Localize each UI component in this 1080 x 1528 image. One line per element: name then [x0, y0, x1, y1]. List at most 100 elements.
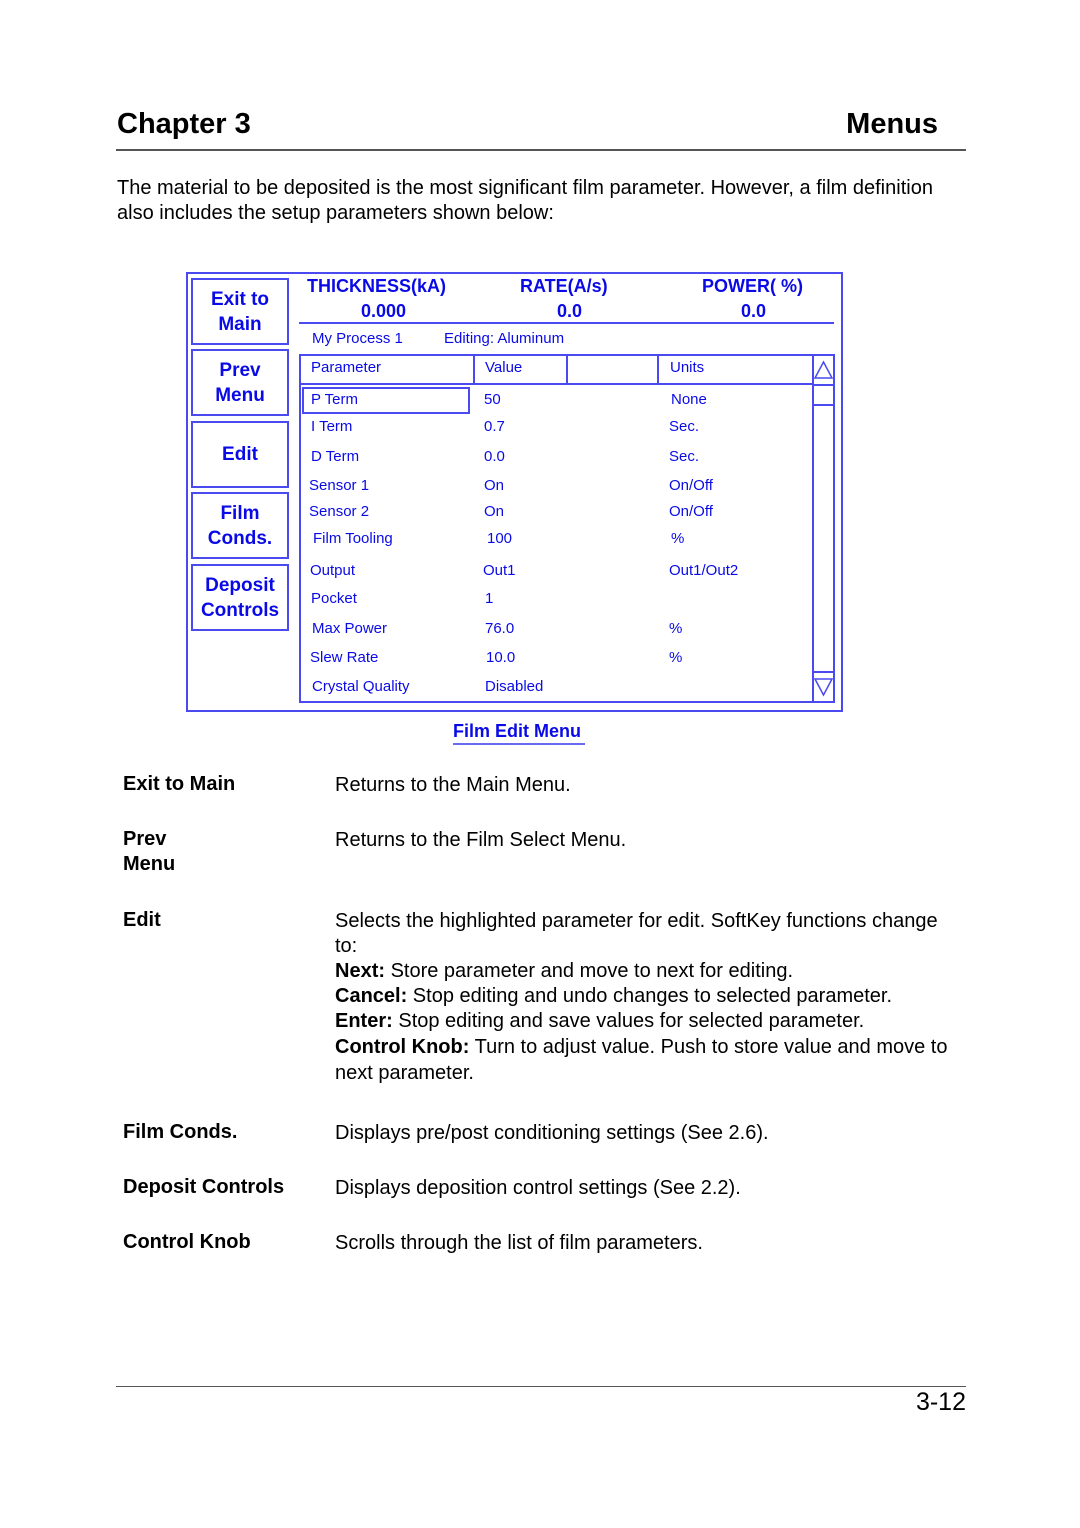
section-heading: Menus [846, 108, 938, 140]
triangle-down-icon [813, 678, 834, 697]
column-header-value: Value [485, 359, 523, 376]
softkey-label: Main [218, 313, 262, 335]
editing-status: Editing: Aluminum [444, 330, 565, 347]
units-cell: % [669, 620, 683, 637]
desc-control-knob: Scrolls through the list of film paramet… [335, 1232, 703, 1254]
item-text: Store parameter and move to next for edi… [385, 960, 794, 982]
units-cell: On/Off [669, 503, 713, 520]
desc-edit: Selects the highlighted parameter for ed… [335, 909, 955, 1086]
column-header-parameter: Parameter [311, 359, 382, 376]
units-cell: % [671, 530, 685, 547]
softkey-exit-to-main[interactable]: Exit to Main [191, 278, 289, 345]
value-cell: 100 [487, 530, 513, 547]
scroll-thumb[interactable] [813, 384, 834, 406]
column-divider [657, 354, 659, 384]
value-cell: On [484, 477, 505, 494]
column-header-units: Units [670, 359, 705, 376]
term-deposit-controls: Deposit Controls [123, 1176, 285, 1198]
softkey-label: Exit to [210, 288, 270, 310]
item-key: Enter: [335, 1010, 393, 1032]
scrollbar[interactable] [812, 354, 835, 703]
value-cell: 1 [485, 590, 494, 607]
parameter-cell: I Term [311, 418, 353, 435]
softkey-label: Deposit [205, 574, 275, 596]
softkey-label: Conds. [207, 527, 273, 549]
item-text: Stop editing and save values for selecte… [392, 1010, 865, 1032]
thickness-label: THICKNESS(kA) [307, 276, 447, 296]
desc-prev-menu: Returns to the Film Select Menu. [335, 829, 627, 851]
softkey-deposit-controls[interactable]: Deposit Controls [191, 564, 289, 631]
column-divider [473, 354, 475, 384]
parameter-cell: Sensor 1 [309, 477, 370, 494]
scroll-down-button[interactable] [813, 671, 834, 701]
thickness-value: 0.000 [361, 301, 407, 321]
desc-deposit-controls: Displays deposition control settings (Se… [335, 1177, 741, 1199]
figure-caption: Film Edit Menu [453, 721, 585, 745]
softkey-edit[interactable]: Edit [191, 421, 289, 488]
value-cell: 50 [484, 391, 501, 408]
readout-divider [299, 322, 834, 324]
softkey-film-conds[interactable]: Film Conds. [191, 492, 289, 559]
value-cell: 76.0 [485, 620, 515, 637]
term-control-knob: Control Knob [123, 1231, 251, 1253]
value-cell: 10.0 [486, 649, 516, 666]
page-number: 3-12 [915, 1388, 966, 1416]
value-cell: Disabled [485, 678, 544, 695]
parameter-cell: Crystal Quality [312, 678, 410, 695]
footer-divider [116, 1386, 966, 1387]
softkey-label: Controls [200, 599, 280, 621]
power-value: 0.0 [741, 301, 767, 321]
edit-item-cancel: Cancel: Stop editing and undo changes to… [335, 984, 955, 1009]
term-film-conds: Film Conds. [123, 1121, 238, 1143]
edit-item-next: Next: Store parameter and move to next f… [335, 959, 955, 984]
term-edit: Edit [123, 909, 161, 931]
desc-film-conds: Displays pre/post conditioning settings … [335, 1122, 769, 1144]
softkey-label: Film [220, 502, 260, 524]
item-key: Cancel: [335, 985, 408, 1007]
power-label: POWER( %) [702, 276, 803, 296]
triangle-up-icon [813, 360, 834, 379]
chapter-heading: Chapter 3 [117, 108, 251, 140]
edit-item-control-knob: Control Knob: Turn to adjust value. Push… [335, 1034, 955, 1086]
units-cell: Out1/Out2 [669, 562, 739, 579]
edit-item-enter: Enter: Stop editing and save values for … [335, 1009, 955, 1034]
units-cell: % [669, 649, 683, 666]
softkey-label: Edit [222, 444, 258, 465]
term-prev-menu: Prev Menu [123, 827, 175, 877]
parameter-cell: P Term [311, 391, 358, 408]
value-cell: 0.7 [484, 418, 505, 435]
softkey-prev-menu[interactable]: Prev Menu [191, 349, 289, 416]
header-divider [116, 149, 966, 151]
item-text: Stop editing and undo changes to selecte… [407, 985, 893, 1007]
value-cell: On [484, 503, 505, 520]
value-cell: Out1 [483, 562, 516, 579]
softkey-label: Prev [219, 359, 261, 381]
parameter-cell: Pocket [311, 590, 357, 607]
value-cell: 0.0 [484, 448, 505, 465]
process-name: My Process 1 [312, 330, 403, 347]
parameter-cell: Slew Rate [310, 649, 379, 666]
intro-paragraph: The material to be deposited is the most… [117, 177, 933, 224]
rate-label: RATE(A/s) [520, 276, 608, 296]
units-cell: None [671, 391, 707, 408]
rate-value: 0.0 [557, 301, 583, 321]
desc-exit-to-main: Returns to the Main Menu. [335, 774, 571, 796]
term-line: Menu [123, 853, 176, 875]
term-line: Prev [123, 828, 167, 850]
parameter-cell: D Term [311, 448, 360, 465]
parameter-cell: Sensor 2 [309, 503, 370, 520]
scroll-up-button[interactable] [813, 356, 834, 384]
parameter-cell: Max Power [312, 620, 388, 637]
units-cell: Sec. [669, 448, 700, 465]
units-cell: On/Off [669, 477, 713, 494]
parameter-cell: Film Tooling [313, 530, 393, 547]
parameter-cell: Output [310, 562, 356, 579]
softkey-label: Menu [215, 384, 265, 406]
units-cell: Sec. [669, 418, 700, 435]
column-divider [566, 354, 568, 384]
table-header-divider [299, 383, 813, 385]
desc-edit-text: Selects the highlighted parameter for ed… [335, 910, 938, 957]
item-key: Control Knob: [335, 1036, 470, 1058]
term-exit-to-main: Exit to Main [123, 773, 236, 795]
item-key: Next: [335, 960, 386, 982]
